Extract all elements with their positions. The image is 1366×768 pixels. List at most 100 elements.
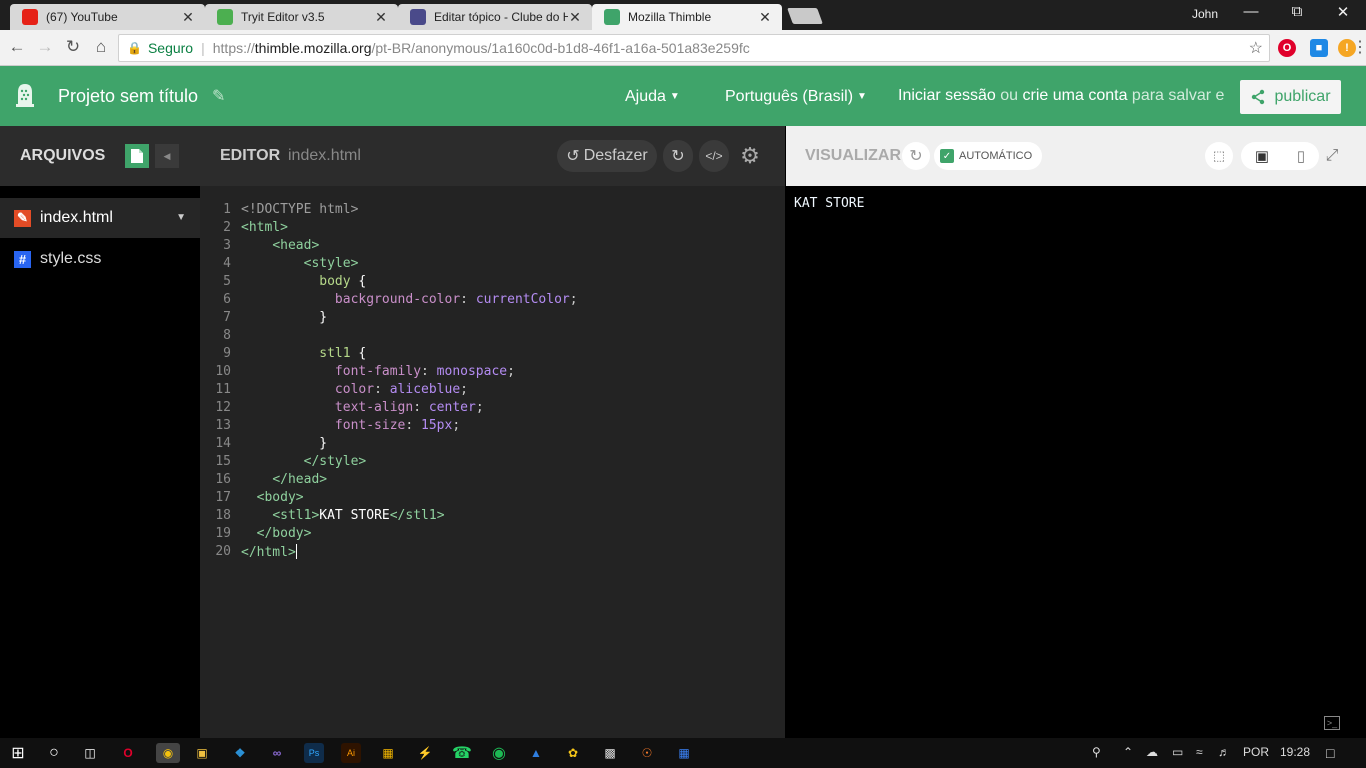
help-label: Ajuda <box>625 88 666 105</box>
chrome-icon[interactable]: ◉ <box>156 743 180 763</box>
thimble-icon <box>604 9 620 25</box>
chevron-up-icon[interactable]: ⌃ <box>1123 745 1133 759</box>
fullscreen-button[interactable]: ⤢ <box>1318 142 1346 170</box>
file-item-index-html[interactable]: ✎ index.html ▼ <box>0 198 200 238</box>
browser-tab[interactable]: (67) YouTube ✕ <box>10 4 205 30</box>
input-language[interactable]: POR <box>1243 745 1269 759</box>
help-menu[interactable]: Ajuda ▼ <box>625 88 680 106</box>
minimize-icon[interactable]: — <box>1228 3 1274 20</box>
restore-icon[interactable]: ⧉ <box>1274 3 1320 20</box>
app-icon[interactable]: ▦ <box>378 743 398 763</box>
close-tab-icon[interactable]: ✕ <box>758 9 772 26</box>
reload-icon[interactable]: ↻ <box>62 37 84 57</box>
lightning-icon[interactable]: ⚡ <box>415 743 435 763</box>
publish-label: publicar <box>1274 88 1331 105</box>
menu-icon[interactable]: ⋮ <box>1352 37 1366 57</box>
file-item-style-css[interactable]: # style.css <box>0 239 200 279</box>
undo-button[interactable]: ↺ Desfazer <box>557 140 657 172</box>
vscode-icon[interactable]: ❖ <box>230 743 250 763</box>
whatsapp-icon[interactable]: ☎ <box>452 743 472 763</box>
file-explorer-icon[interactable]: ▣ <box>192 743 212 763</box>
code-line: stl1 { <box>319 346 367 361</box>
tab-title: Tryit Editor v3.5 <box>241 10 325 24</box>
home-icon[interactable]: ⌂ <box>90 37 112 57</box>
redo-icon: ↻ <box>671 148 685 165</box>
youtube-icon <box>22 9 38 25</box>
opera-extension-icon[interactable]: O <box>1278 39 1296 57</box>
line-number: 5 <box>223 274 231 289</box>
code-line: font-family: monospace; <box>334 364 515 379</box>
bookmark-star-icon[interactable]: ☆ <box>1249 38 1263 58</box>
notifications-icon[interactable]: □ <box>1326 745 1334 761</box>
line-number: 17 <box>215 490 231 505</box>
collapse-sidebar-button[interactable]: ◀ <box>155 144 179 168</box>
window-app-icon[interactable]: ▦ <box>674 743 694 763</box>
signin-prompt: Iniciar sessão ou crie uma conta para sa… <box>898 87 1224 105</box>
new-file-button[interactable] <box>125 144 149 168</box>
settings-button[interactable]: ⚙ <box>735 140 765 172</box>
desktop-icon[interactable]: ▣ <box>1255 147 1269 165</box>
illustrator-icon[interactable]: Ai <box>341 743 361 763</box>
new-tab-button[interactable] <box>787 8 823 24</box>
clock[interactable]: 19:28 <box>1280 745 1310 759</box>
close-tab-icon[interactable]: ✕ <box>568 9 582 26</box>
editor-title: EDITOR <box>220 147 281 164</box>
back-arrow-icon[interactable]: ← <box>6 37 28 57</box>
browser-tab[interactable]: Editar tópico - Clube do H ✕ <box>398 4 592 30</box>
forward-arrow-icon[interactable]: → <box>34 37 56 57</box>
photoshop-icon[interactable]: Ps <box>304 743 324 763</box>
project-title[interactable]: Projeto sem título <box>58 86 198 107</box>
line-number: 7 <box>223 310 231 325</box>
battery-icon[interactable]: ▭ <box>1172 745 1183 759</box>
visual-studio-icon[interactable]: ∞ <box>267 743 287 763</box>
edit-pencil-icon[interactable]: ✎ <box>212 86 225 106</box>
wifi-icon[interactable]: ≈ <box>1196 745 1203 759</box>
code-line: </head> <box>272 472 328 487</box>
signin-link[interactable]: Iniciar sessão <box>898 87 996 104</box>
opera-icon[interactable]: O <box>118 743 138 763</box>
windows-start-icon[interactable]: ⊞ <box>8 743 28 763</box>
create-account-link[interactable]: crie uma conta <box>1023 87 1128 104</box>
profile-name[interactable]: John <box>1192 7 1218 21</box>
snippets-button[interactable]: </> <box>699 140 729 172</box>
code-line: <style> <box>303 256 359 271</box>
preview-pane: VISUALIZAR ↻ ✓ AUTOMÁTICO ⬚ ▣ ▯ ⤢ KAT ST… <box>786 126 1366 738</box>
spotify-icon[interactable]: ◉ <box>489 743 509 763</box>
auto-refresh-toggle[interactable]: ✓ AUTOMÁTICO <box>934 142 1042 170</box>
inspector-button[interactable]: ⬚ <box>1205 142 1233 170</box>
mobile-icon[interactable]: ▯ <box>1297 147 1305 165</box>
files-header: ARQUIVOS ◀ <box>0 126 200 186</box>
editor-header: EDITOR index.html ↺ Desfazer ↻ </> ⚙ <box>200 126 785 186</box>
code-editor-pane: EDITOR index.html ↺ Desfazer ↻ </> ⚙ 1 <!… <box>200 126 785 738</box>
language-menu[interactable]: Português (Brasil) ▼ <box>725 88 867 106</box>
file-name: index.html <box>40 209 113 226</box>
close-tab-icon[interactable]: ✕ <box>374 9 388 26</box>
thimble-logo-icon[interactable] <box>14 82 36 108</box>
app-window-icon[interactable]: ▩ <box>600 743 620 763</box>
shark-app-icon[interactable]: ▲ <box>526 743 546 763</box>
extension-icon[interactable]: ■ <box>1310 39 1328 57</box>
console-icon[interactable]: >_ <box>1324 716 1340 730</box>
checkbox-checked-icon: ✓ <box>940 149 954 163</box>
close-tab-icon[interactable]: ✕ <box>181 9 195 26</box>
code-icon: </> <box>705 149 723 163</box>
refresh-button[interactable]: ↻ <box>902 142 930 170</box>
onedrive-icon[interactable]: ☁ <box>1146 745 1158 759</box>
redo-button[interactable]: ↻ <box>663 140 693 172</box>
publish-button[interactable]: publicar <box>1240 80 1341 114</box>
close-window-icon[interactable]: ✕ <box>1320 3 1366 21</box>
url-bar[interactable]: 🔒 Seguro | https://thimble.mozilla.org/p… <box>118 34 1270 62</box>
fl-studio-icon[interactable]: ✿ <box>563 743 583 763</box>
line-number: 20 <box>215 544 231 559</box>
line-number: 16 <box>215 472 231 487</box>
cortana-icon[interactable]: ○ <box>44 743 64 763</box>
caret-down-icon: ▼ <box>857 91 867 102</box>
file-menu-caret-icon[interactable]: ▼ <box>176 212 186 223</box>
browser-tab[interactable]: Mozilla Thimble ✕ <box>592 4 782 30</box>
line-number: 3 <box>223 238 231 253</box>
blender-icon[interactable]: ☉ <box>637 743 657 763</box>
people-icon[interactable]: ⚲ <box>1092 745 1101 759</box>
volume-icon[interactable]: ♬ <box>1218 745 1230 759</box>
task-view-icon[interactable]: ◫ <box>80 743 100 763</box>
browser-tab[interactable]: Tryit Editor v3.5 ✕ <box>205 4 398 30</box>
